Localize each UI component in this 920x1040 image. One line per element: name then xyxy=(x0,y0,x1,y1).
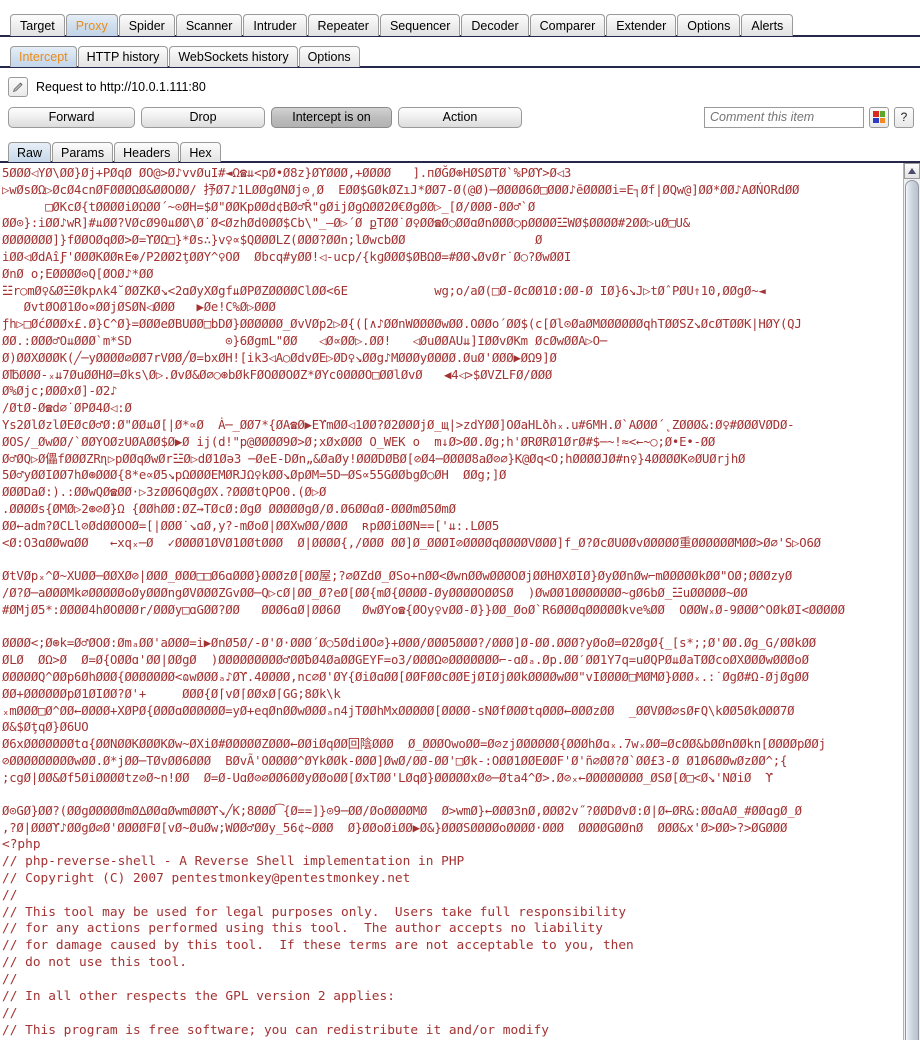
vertical-scrollbar[interactable] xyxy=(903,163,920,1040)
color-grid xyxy=(873,111,885,123)
subtab-http-history[interactable]: HTTP history xyxy=(78,46,169,67)
action-button[interactable]: Action xyxy=(398,107,522,128)
tab-decoder[interactable]: Decoder xyxy=(461,14,528,36)
forward-button[interactable]: Forward xyxy=(8,107,135,128)
request-url-label: Request to http://10.0.1.111:80 xyxy=(36,80,206,94)
drop-button[interactable]: Drop xyxy=(141,107,265,128)
intercept-toggle-button[interactable]: Intercept is on xyxy=(271,107,392,128)
request-header-row: Request to http://10.0.1.111:80 xyxy=(0,74,920,100)
tab-scanner[interactable]: Scanner xyxy=(176,14,243,36)
tab-spider[interactable]: Spider xyxy=(119,14,175,36)
tab-intruder[interactable]: Intruder xyxy=(243,14,306,36)
message-view-tab-bar: Raw Params Headers Hex xyxy=(0,137,920,163)
comment-input[interactable] xyxy=(704,107,864,128)
burp-suite-window: Target Proxy Spider Scanner Intruder Rep… xyxy=(0,0,920,1040)
help-icon[interactable]: ? xyxy=(894,107,914,128)
subtab-options[interactable]: Options xyxy=(299,46,360,67)
tab-comparer[interactable]: Comparer xyxy=(530,14,606,36)
raw-message-body[interactable]: 5ØØØ◁YØ\ØØ}Øj+PØqØ ØO@>Ø♪vvØuI#◄Ω☎⇊<pØ•Ø… xyxy=(0,163,903,1040)
color-swatch-icon[interactable] xyxy=(869,107,889,128)
toolbar-right-group: ? xyxy=(704,102,914,132)
viewtab-params[interactable]: Params xyxy=(52,142,113,162)
main-tab-bar: Target Proxy Spider Scanner Intruder Rep… xyxy=(0,7,920,37)
intercept-toolbar: Forward Drop Intercept is on Action ? xyxy=(0,102,920,132)
proxy-sub-tab-bar: Intercept HTTP history WebSockets histor… xyxy=(0,40,920,68)
tab-options[interactable]: Options xyxy=(677,14,740,36)
php-source-text: <?php // php-reverse-shell - A Reverse S… xyxy=(2,837,901,1040)
subtab-intercept[interactable]: Intercept xyxy=(10,46,77,67)
tab-target[interactable]: Target xyxy=(10,14,65,36)
pencil-icon[interactable] xyxy=(8,77,28,97)
message-editor: 5ØØØ◁YØ\ØØ}Øj+PØqØ ØO@>Ø♪vvØuI#◄Ω☎⇊<pØ•Ø… xyxy=(0,163,920,1040)
chevron-up-icon[interactable] xyxy=(904,163,920,179)
scrollbar-thumb[interactable] xyxy=(905,180,919,1040)
tab-proxy[interactable]: Proxy xyxy=(66,14,118,36)
tab-sequencer[interactable]: Sequencer xyxy=(380,14,460,36)
tab-extender[interactable]: Extender xyxy=(606,14,676,36)
tab-repeater[interactable]: Repeater xyxy=(308,14,379,36)
viewtab-hex[interactable]: Hex xyxy=(180,142,220,162)
viewtab-raw[interactable]: Raw xyxy=(8,142,51,162)
binary-payload-text: 5ØØØ◁YØ\ØØ}Øj+PØqØ ØO@>Ø♪vvØuI#◄Ω☎⇊<pØ•Ø… xyxy=(2,165,901,837)
tab-alerts[interactable]: Alerts xyxy=(741,14,793,36)
subtab-websockets-history[interactable]: WebSockets history xyxy=(169,46,297,67)
viewtab-headers[interactable]: Headers xyxy=(114,142,179,162)
